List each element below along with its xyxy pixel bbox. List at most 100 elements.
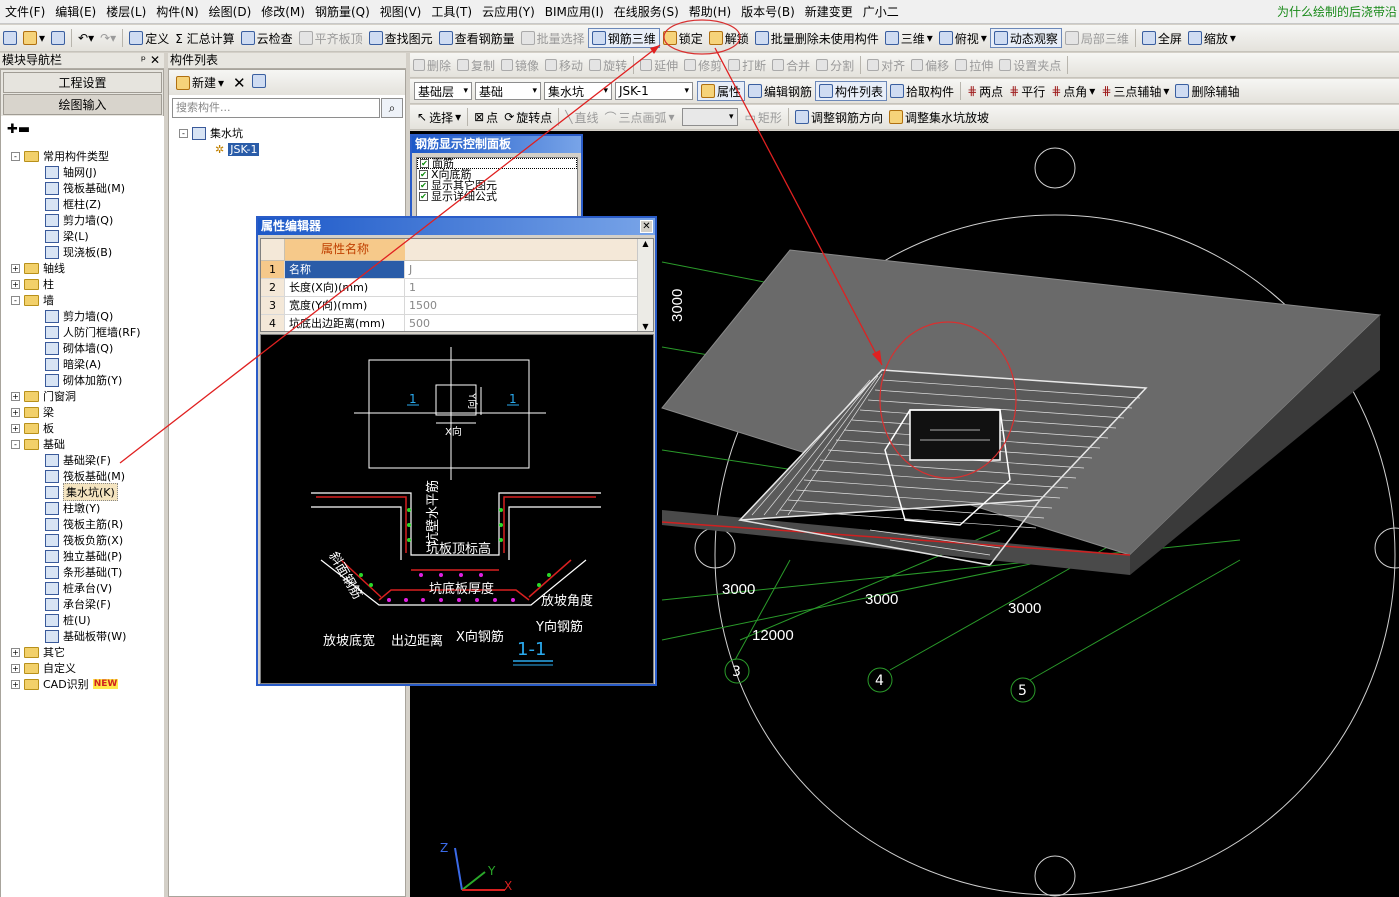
project-settings-button[interactable]: 工程设置 — [3, 72, 162, 93]
rebar-3d-button[interactable]: 钢筋三维 — [587, 28, 660, 48]
modify-button-2[interactable]: 镜像 — [498, 54, 542, 76]
tree-sump-root[interactable]: - 集水坑 — [179, 125, 243, 141]
nav-tree-item-19[interactable]: 基础梁(F) — [45, 452, 111, 468]
expander-icon[interactable]: + — [11, 263, 20, 273]
nav-tree-item-10[interactable]: 剪力墙(Q) — [45, 308, 113, 324]
layer-select[interactable]: 基础层 ▾ — [414, 82, 472, 100]
parallel-button[interactable]: ⋕ 平行 — [1006, 80, 1048, 102]
expander-icon[interactable]: - — [11, 439, 20, 449]
save-button[interactable] — [48, 27, 68, 49]
top-view-button[interactable]: 俯视 ▾ — [936, 27, 990, 49]
nav-tree-item-17[interactable]: + 板 — [11, 420, 54, 436]
nav-tree-item-24[interactable]: 筏板负筋(X) — [45, 532, 123, 548]
nav-tree-item-13[interactable]: 暗梁(A) — [45, 356, 101, 372]
column-header-property-name[interactable]: 属性名称 — [285, 239, 405, 260]
menu-item-15[interactable]: 广小二 — [858, 1, 904, 23]
local-3d-button[interactable]: 局部三维 — [1062, 27, 1132, 49]
nav-tree-item-7[interactable]: + 轴线 — [11, 260, 65, 276]
nav-tree-item-6[interactable]: 现浇板(B) — [45, 244, 112, 260]
component-list-button[interactable]: 构件列表 — [815, 81, 888, 101]
nav-tree-item-0[interactable]: - 常用构件类型 — [11, 148, 109, 164]
modify-button-13[interactable]: 设置夹点 — [996, 54, 1064, 76]
property-row[interactable]: 4 坑底出边距离(mm) 500 — [261, 315, 639, 331]
view-rebar-qty-button[interactable]: 查看钢筋量 — [436, 27, 518, 49]
nav-tree-item-5[interactable]: 梁(L) — [45, 228, 89, 244]
category-select[interactable]: 基础 ▾ — [475, 82, 541, 100]
redo-button[interactable]: ↷▾ — [97, 27, 119, 49]
menu-hint-text[interactable]: 为什么绘制的后浇带沿 — [1277, 3, 1397, 20]
menu-item-4[interactable]: 绘图(D) — [204, 1, 257, 23]
menu-item-7[interactable]: 视图(V) — [375, 1, 427, 23]
rebar-display-option-3[interactable]: ✔ 显示详细公式 — [417, 191, 577, 202]
component-select[interactable]: JSK-1 ▾ — [615, 82, 693, 100]
batch-delete-unused-button[interactable]: 批量删除未使用构件 — [752, 27, 882, 49]
menu-item-5[interactable]: 修改(M) — [256, 1, 310, 23]
modify-button-4[interactable]: 旋转 — [586, 54, 630, 76]
menu-item-14[interactable]: 新建变更 — [800, 1, 858, 23]
menu-item-10[interactable]: BIM应用(I) — [540, 1, 609, 23]
menu-item-1[interactable]: 编辑(E) — [50, 1, 101, 23]
pick-component-button[interactable]: 拾取构件 — [887, 80, 957, 102]
nav-tree-item-12[interactable]: 砌体墙(Q) — [45, 340, 113, 356]
menu-item-0[interactable]: 文件(F) — [0, 1, 50, 23]
find-element-button[interactable]: 查找图元 — [366, 27, 436, 49]
nav-tree-item-14[interactable]: 砌体加筋(Y) — [45, 372, 122, 388]
adjust-rebar-direction-button[interactable]: 调整钢筋方向 — [792, 106, 886, 128]
modify-button-9[interactable]: 分割 — [813, 54, 857, 76]
unlock-button[interactable]: 解锁 — [706, 27, 752, 49]
modify-button-7[interactable]: 打断 — [725, 54, 769, 76]
nav-tree-item-21[interactable]: 集水坑(K) — [45, 483, 118, 501]
menu-item-13[interactable]: 版本号(B) — [736, 1, 800, 23]
flush-slab-top-button[interactable]: 平齐板顶 — [296, 27, 366, 49]
nav-tree-item-16[interactable]: + 梁 — [11, 404, 54, 420]
three-point-axis-button[interactable]: ⋕ 三点辅轴 ▾ — [1098, 80, 1172, 102]
nav-tree-item-8[interactable]: + 柱 — [11, 276, 54, 292]
expander-icon[interactable]: - — [11, 295, 20, 305]
modify-button-11[interactable]: 偏移 — [908, 54, 952, 76]
expander-icon[interactable]: + — [11, 391, 20, 401]
3d-view-button[interactable]: 三维 ▾ — [882, 27, 936, 49]
orbit-handle-top[interactable] — [1034, 147, 1076, 189]
nav-tree-item-1[interactable]: 轴网(J) — [45, 164, 97, 180]
nav-tree-item-4[interactable]: 剪力墙(Q) — [45, 212, 113, 228]
expander-icon[interactable]: - — [11, 151, 20, 161]
select-button[interactable]: ↖ 选择 ▾ — [414, 106, 464, 128]
expander-icon[interactable]: + — [11, 679, 20, 689]
property-row[interactable]: 3 宽度(Y向)(mm) 1500 — [261, 297, 639, 315]
nav-tree-item-32[interactable]: + 自定义 — [11, 660, 76, 676]
line-button[interactable]: ╲ 直线 — [562, 106, 601, 128]
modify-button-12[interactable]: 拉伸 — [952, 54, 996, 76]
lock-button[interactable]: 锁定 — [660, 27, 706, 49]
nav-tree-item-27[interactable]: 桩承台(V) — [45, 580, 112, 596]
nav-tree-item-23[interactable]: 筏板主筋(R) — [45, 516, 123, 532]
component-search-input[interactable]: 搜索构件... — [172, 98, 380, 118]
expander-icon[interactable]: + — [11, 647, 20, 657]
nav-tree-item-25[interactable]: 独立基础(P) — [45, 548, 122, 564]
expander-icon[interactable]: + — [11, 423, 20, 433]
property-row[interactable]: 1 名称 J — [261, 261, 639, 279]
property-grid-scrollbar[interactable]: ▲ ▼ — [637, 239, 653, 331]
batch-select-button[interactable]: 批量选择 — [518, 27, 588, 49]
nav-tree-item-22[interactable]: 柱墩(Y) — [45, 500, 100, 516]
nav-tree-item-3[interactable]: 框柱(Z) — [45, 196, 101, 212]
nav-tree-item-28[interactable]: 承台梁(F) — [45, 596, 111, 612]
menu-item-8[interactable]: 工具(T) — [426, 1, 477, 23]
new-component-button[interactable]: 新建 ▾ — [173, 72, 227, 94]
menu-item-2[interactable]: 楼层(L) — [101, 1, 151, 23]
rectangle-button[interactable]: ▭ 矩形 — [742, 106, 785, 128]
delete-axis-button[interactable]: 删除辅轴 — [1172, 80, 1242, 102]
modify-button-6[interactable]: 修剪 — [681, 54, 725, 76]
two-point-button[interactable]: ⋕ 两点 — [964, 80, 1006, 102]
close-icon[interactable]: ✕ — [640, 220, 653, 233]
type-select[interactable]: 集水坑 ▾ — [544, 82, 612, 100]
nav-tree-item-29[interactable]: 桩(U) — [45, 612, 91, 628]
nav-tree-item-20[interactable]: 筏板基础(M) — [45, 468, 125, 484]
adjust-sump-slope-button[interactable]: 调整集水坑放坡 — [886, 106, 992, 128]
nav-tree-item-9[interactable]: -墙 — [11, 292, 54, 308]
property-row[interactable]: 2 长度(X向)(mm) 1 — [261, 279, 639, 297]
nav-tree-item-15[interactable]: + 门窗洞 — [11, 388, 76, 404]
point-button[interactable]: ⊠ 点 — [471, 106, 501, 128]
search-icon[interactable]: ⌕ — [381, 98, 403, 118]
menu-item-12[interactable]: 帮助(H) — [684, 1, 736, 23]
property-button[interactable]: 属性 — [697, 81, 746, 101]
